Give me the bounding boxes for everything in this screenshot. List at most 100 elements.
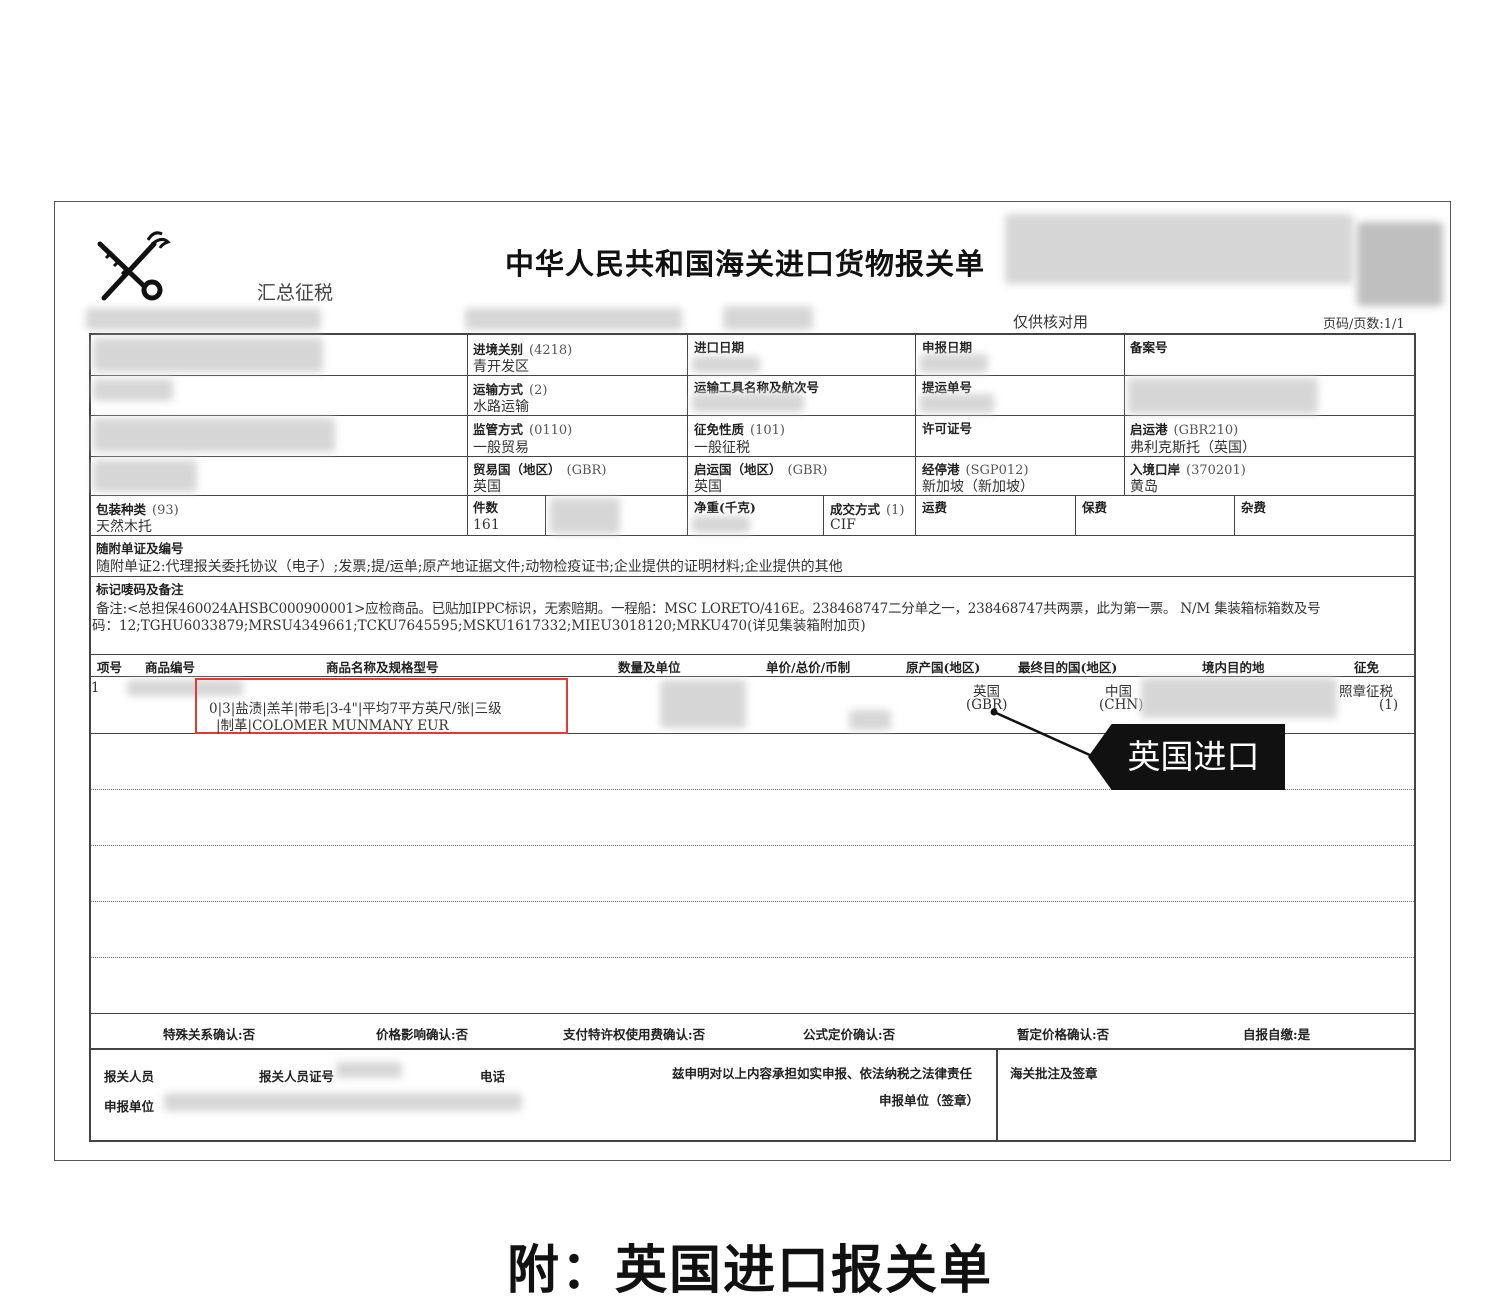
broker-label: 报关人员 <box>104 1069 155 1084</box>
col-line <box>1124 334 1125 496</box>
goods-col-levy: 征免 <box>1354 660 1380 675</box>
table-border-top <box>89 333 1415 335</box>
redacted-field <box>465 308 682 330</box>
freight-label: 运费 <box>922 500 948 515</box>
dotted-line <box>91 901 1414 902</box>
phone-label: 电话 <box>480 1069 506 1084</box>
documents-value: 随附单证2:代理报关委托协议（电子）;发票;提/运单;原产地证据文件;动物检疫证… <box>96 559 843 575</box>
goods-item-no: 1 <box>91 680 100 696</box>
redacted-field <box>692 356 760 373</box>
import-date-label: 进口日期 <box>694 340 745 355</box>
tax-mode-label: 汇总征税 <box>257 282 334 304</box>
row-line <box>89 375 1415 376</box>
redacted-field <box>660 680 746 728</box>
document-title: 中华人民共和国海关进口货物报关单 <box>505 247 986 281</box>
goods-col-item: 项号 <box>97 660 123 675</box>
goods-col-origin: 原产国(地区) <box>906 660 981 675</box>
price-influence-confirm: 价格影响确认:否 <box>376 1027 469 1042</box>
trade-country-value: 英国 <box>473 479 501 495</box>
row-line <box>89 654 1415 655</box>
row-line <box>89 676 1415 677</box>
col-line <box>545 496 546 536</box>
remarks-line-2: 码：12;TGHU6033879;MRSU4349661;TCKU7645595… <box>92 618 866 634</box>
row-line <box>89 1048 1415 1050</box>
redacted-field <box>692 393 804 412</box>
col-line <box>467 496 468 536</box>
row-line <box>89 1013 1415 1014</box>
departure-port-label: 启运港 (GBR210) <box>1130 422 1239 438</box>
table-border-left <box>89 333 91 1142</box>
special-relation-confirm: 特殊关系确认:否 <box>163 1027 256 1042</box>
redacted-field <box>93 460 197 492</box>
goods-name-line-2: |制革|COLOMER MUNMANY EUR <box>216 718 449 734</box>
page-number: 页码/页数:1/1 <box>1323 317 1405 332</box>
redacted-field <box>336 1062 402 1078</box>
net-weight-label: 净重(千克) <box>694 500 756 515</box>
redacted-field <box>93 379 173 401</box>
table-border-right <box>1414 333 1416 1142</box>
callout-label: 英国进口 <box>1088 724 1285 790</box>
transport-mode-value: 水路运输 <box>473 399 529 415</box>
redacted-field <box>164 1093 522 1111</box>
row-line <box>89 415 1415 416</box>
entry-customs-value: 青开发区 <box>473 359 529 375</box>
goods-col-name: 商品名称及规格型号 <box>326 660 439 675</box>
row-line <box>89 535 1415 536</box>
package-type-value: 天然木托 <box>96 519 152 535</box>
royalty-confirm: 支付特许权使用费确认:否 <box>563 1027 706 1042</box>
customs-approval-label: 海关批注及签章 <box>1010 1066 1098 1081</box>
transit-port-value: 新加坡（新加坡） <box>922 479 1034 495</box>
col-line <box>1234 496 1235 536</box>
goods-col-price: 单价/总价/币制 <box>766 660 851 675</box>
goods-col-domestic-dest: 境内目的地 <box>1202 660 1265 675</box>
pieces-label: 件数 <box>473 500 499 515</box>
documents-label: 随附单证及编号 <box>96 541 184 556</box>
self-pay-confirm: 自报自缴:是 <box>1243 1027 1311 1042</box>
col-line <box>823 496 824 536</box>
customs-emblem-icon <box>97 231 171 301</box>
goods-col-qty: 数量及单位 <box>618 660 681 675</box>
col-line <box>996 1049 998 1141</box>
redacted-field <box>723 306 813 330</box>
goods-levy-code: (1) <box>1379 697 1399 713</box>
declaration-text: 兹申明对以上内容承担如实申报、依法纳税之法律责任 <box>672 1066 973 1081</box>
row-line <box>89 576 1415 577</box>
record-no-label: 备案号 <box>1130 340 1168 355</box>
supervision-label: 监管方式 (0110) <box>473 422 573 438</box>
departure-port-value: 弗利克斯托（英国） <box>1130 440 1256 456</box>
misc-label: 杂费 <box>1241 500 1267 515</box>
redacted-field <box>93 418 335 452</box>
seal-label: 申报单位（签章） <box>879 1093 980 1108</box>
redacted-field <box>86 308 321 330</box>
remarks-label: 标记唛码及备注 <box>96 582 184 597</box>
insurance-label: 保费 <box>1082 500 1108 515</box>
col-line <box>1075 496 1076 536</box>
col-line <box>687 334 688 536</box>
redacted-qrcode <box>1357 222 1443 306</box>
redacted-field <box>692 516 750 533</box>
redacted-field <box>93 338 323 372</box>
broker-id-label: 报关人员证号 <box>259 1069 335 1084</box>
redacted-field <box>920 394 994 413</box>
redacted-field <box>550 498 620 534</box>
provisional-price-confirm: 暂定价格确认:否 <box>1017 1027 1110 1042</box>
page-caption: 附：英国进口报关单 <box>506 1241 993 1301</box>
supervision-value: 一般贸易 <box>473 440 529 456</box>
col-line <box>915 334 916 536</box>
levy-nature-label: 征免性质 (101) <box>694 422 785 438</box>
pieces-value: 161 <box>473 517 500 533</box>
redacted-field <box>1141 678 1337 718</box>
verify-only-label: 仅供核对用 <box>1013 313 1089 331</box>
redacted-field <box>920 354 988 373</box>
col-line <box>467 334 468 496</box>
table-border-bottom <box>89 1140 1416 1142</box>
origin-country-value: 英国 <box>694 479 722 495</box>
redacted-field <box>849 710 891 730</box>
deal-mode-label: 成交方式 (1) <box>830 502 905 518</box>
redacted-barcode <box>1005 214 1353 284</box>
declaring-unit-label: 申报单位 <box>104 1099 155 1114</box>
dotted-line <box>91 845 1414 846</box>
deal-mode-value: CIF <box>830 517 856 533</box>
license-label: 许可证号 <box>922 421 973 436</box>
entry-port-value: 黄岛 <box>1130 479 1158 495</box>
